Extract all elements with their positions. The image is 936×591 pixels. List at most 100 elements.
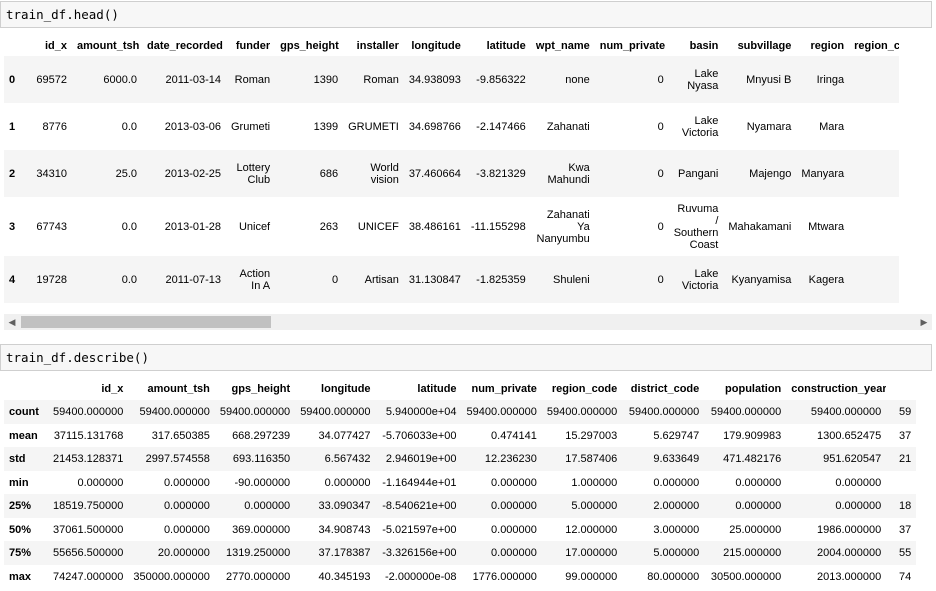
code-cell-1[interactable]: train_df.head(): [0, 1, 932, 28]
column-header: num_private: [471, 383, 537, 395]
horizontal-scrollbar[interactable]: ◀ ▶: [4, 314, 932, 330]
table-cell: 37.178387: [318, 547, 371, 559]
table-cell: 668.297239: [232, 429, 291, 442]
table-cell: -5.706033e+00: [382, 429, 457, 442]
table-cell: 0: [332, 273, 339, 286]
table-cell: 2997.574558: [145, 453, 210, 465]
table-cell: 0.000000: [491, 547, 537, 559]
table-cell: Manyara: [801, 167, 845, 180]
table-cell: 5.000000: [571, 500, 618, 512]
table-cell: Artisan: [364, 273, 399, 286]
table-cell: Mtwara: [808, 220, 845, 233]
table-cell: Roman: [234, 73, 271, 86]
row-index: 4: [9, 273, 16, 286]
table-cell: 69572: [36, 73, 67, 86]
table-cell: 350000.000000: [133, 571, 210, 583]
row-index: max: [9, 571, 32, 583]
table-cell: 5.000000: [653, 547, 700, 559]
table-cell: Nyamara: [746, 120, 792, 133]
table-cell: 0.000000: [735, 500, 782, 512]
table-cell: Kwa Mahundi: [547, 161, 590, 186]
table-cell: 471.482176: [723, 453, 782, 465]
table-row: std 21453.128371 2997.574558 693.116350 6.56…: [4, 447, 917, 471]
row-index: 3: [9, 220, 16, 233]
table-cell: 12.236230: [484, 453, 537, 465]
table-cell: Mnyusi B: [746, 73, 792, 86]
table-cell: 37115.131768: [53, 429, 124, 442]
row-index: 0: [9, 73, 16, 86]
table-cell: GRUMETI: [348, 120, 399, 133]
code-cell-2[interactable]: train_df.describe(): [0, 344, 932, 371]
scroll-right-arrow-icon[interactable]: ▶: [918, 316, 930, 328]
table-cell: 59400.000000: [300, 406, 371, 418]
table-row: 0 69572 6000.0 2011-03-14 Roman 1390 Roman 34.9…: [4, 56, 900, 103]
table-cell: -90.000000: [234, 476, 291, 489]
table-cell: 0.000000: [163, 476, 210, 489]
table-cell: 0.000000: [735, 476, 782, 489]
head-dataframe-table: id_x amount_tsh date_recorded funder gps_hei…: [4, 36, 900, 303]
row-index: min: [9, 476, 29, 489]
table-cell: 34.077427: [318, 429, 371, 442]
table-cell: 55656.500000: [53, 547, 124, 559]
row-index: 1: [9, 120, 16, 133]
table-cell: [849, 103, 899, 150]
table-cell: 59400.000000: [219, 406, 291, 418]
column-header: latitude: [417, 383, 457, 395]
table-cell: 37.460664: [408, 167, 461, 180]
table-cell: 0.000000: [835, 476, 882, 489]
table-cell: 30500.000000: [710, 571, 782, 583]
column-header: [4, 378, 48, 400]
table-cell: 40.345193: [318, 571, 371, 583]
column-header: [4, 36, 24, 56]
table-cell: Shuleni: [553, 273, 590, 286]
table-cell: -3.326156e+00: [382, 547, 457, 559]
table-cell: 59400.000000: [810, 406, 882, 418]
table-cell: Zahanati: [546, 120, 590, 133]
table-cell: 74: [899, 571, 912, 583]
table-cell: 34.908743: [318, 523, 371, 536]
table-cell: 0: [657, 120, 664, 133]
table-cell: 59400.000000: [53, 406, 124, 418]
table-cell: 0.0: [121, 273, 137, 286]
column-header: gps_height: [280, 40, 339, 52]
table-cell: Pangani: [678, 167, 719, 180]
code-text[interactable]: train_df.describe(): [6, 350, 149, 365]
column-header: id_x: [101, 383, 124, 395]
table-cell: Lake Victoria: [681, 114, 719, 139]
table-cell: 317.650385: [151, 429, 210, 442]
column-header: population: [725, 383, 782, 395]
table-cell: UNICEF: [357, 220, 399, 233]
column-header: installer: [356, 40, 399, 52]
table-cell: 1399: [313, 120, 339, 133]
table-row: 3 67743 0.0 2013-01-28 Unicef 263 UNICEF 38.486…: [4, 197, 899, 256]
table-cell: 37: [899, 429, 912, 442]
column-header: funder: [235, 40, 271, 52]
table-cell: 0.000000: [324, 476, 371, 489]
table-cell: 18: [899, 500, 912, 512]
table-cell: 59400.000000: [628, 406, 700, 418]
table-cell: Lottery Club: [236, 161, 271, 186]
table-cell: 80.000000: [647, 571, 700, 583]
table-cell: Lake Nyasa: [687, 67, 719, 92]
scroll-left-arrow-icon[interactable]: ◀: [6, 316, 18, 328]
row-index: 25%: [9, 500, 32, 512]
table-cell: -1.164944e+01: [382, 476, 457, 489]
column-header: longitude: [321, 383, 371, 395]
table-cell: 59: [899, 406, 912, 418]
table-cell: -9.856322: [476, 73, 526, 86]
code-text[interactable]: train_df.head(): [6, 7, 119, 22]
table-cell: 2004.000000: [817, 547, 882, 559]
table-cell: 179.909983: [723, 429, 782, 442]
table-cell: 59400.000000: [710, 406, 782, 418]
table-cell: 0: [657, 73, 664, 86]
column-header: amount_tsh: [147, 383, 210, 395]
table-cell: Unicef: [238, 220, 271, 233]
table-cell: Zahanati Ya Nanyumbu: [536, 208, 590, 245]
table-cell: 0.000000: [244, 500, 291, 512]
scrollbar-thumb[interactable]: [21, 316, 271, 328]
table-cell: 59400.000000: [139, 406, 210, 418]
table-cell: 1300.652475: [817, 429, 882, 442]
table-cell: 17.000000: [565, 547, 618, 559]
table-row: 50% 37061.500000 0.000000 369.000000 34.9087…: [4, 518, 916, 541]
column-header: region: [810, 40, 845, 52]
